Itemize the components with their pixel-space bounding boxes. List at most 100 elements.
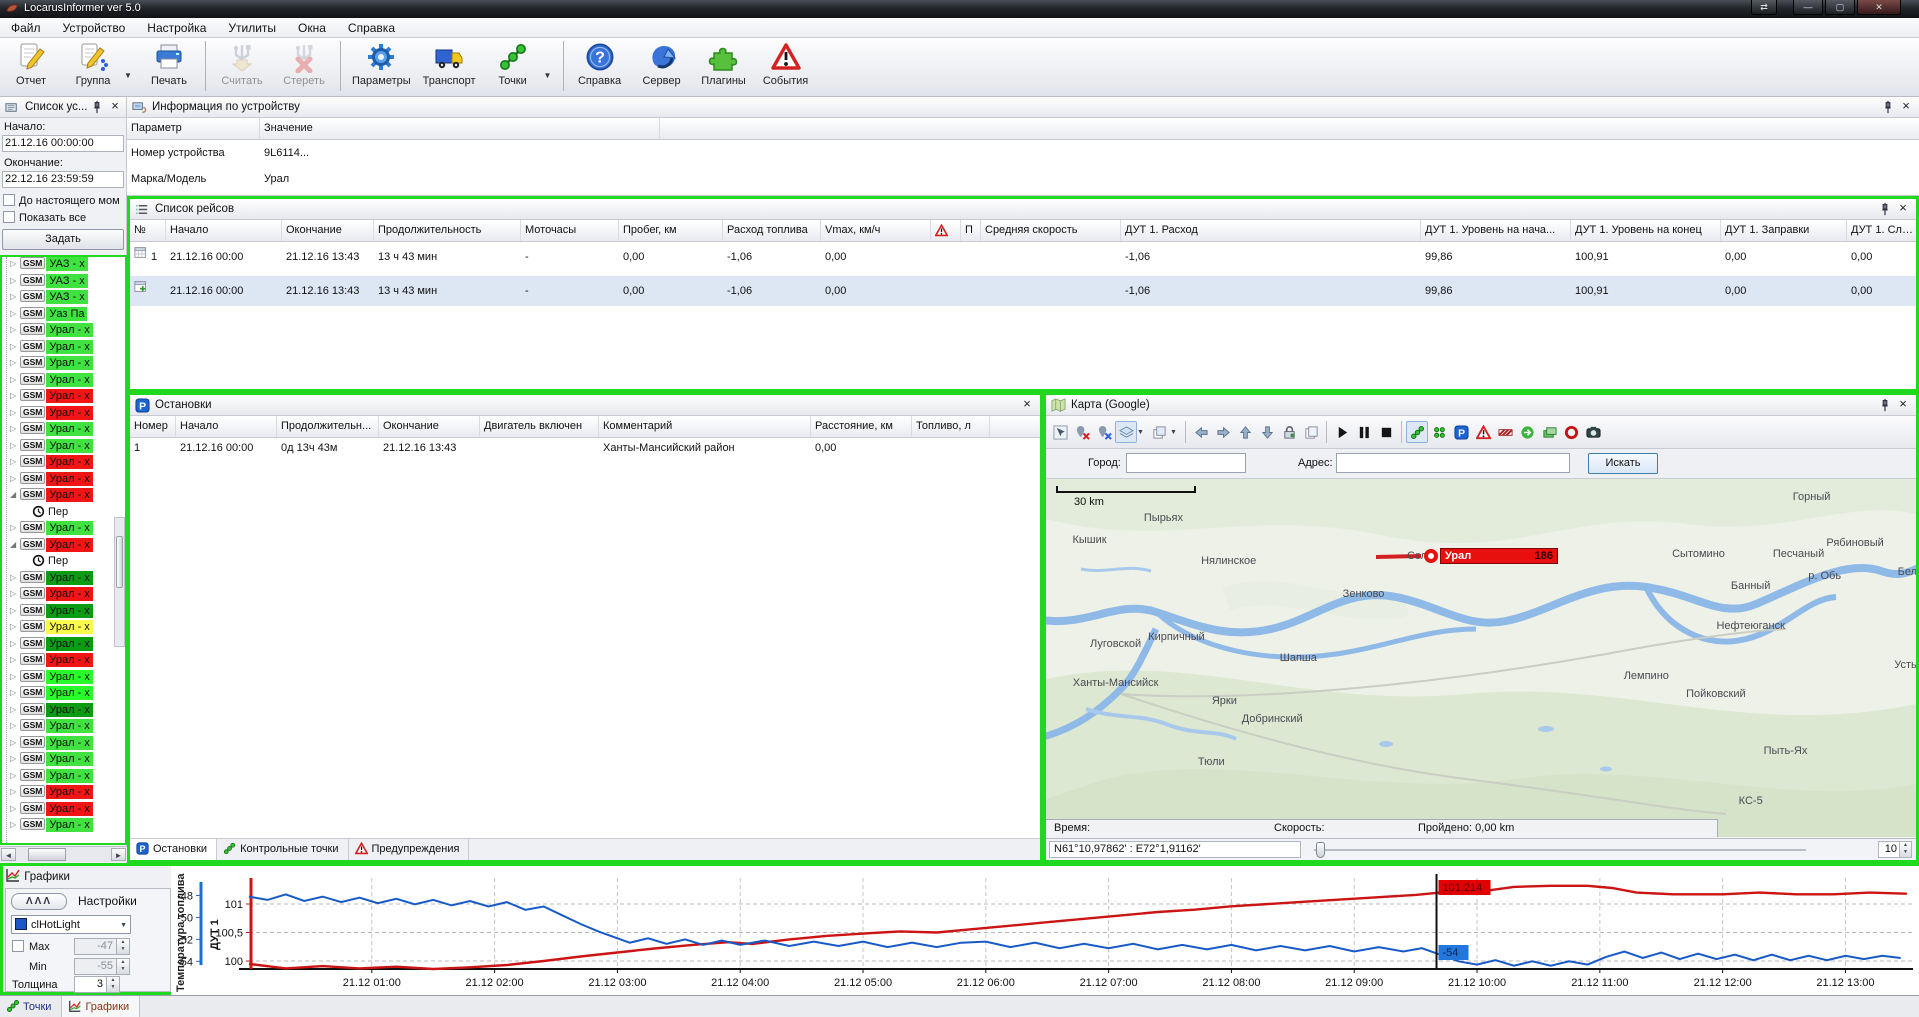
device-row[interactable]: ▷GSMУрал - х [2, 455, 125, 472]
device-row[interactable]: ▷GSMУрал - х [2, 670, 125, 687]
tree-expand-icon[interactable]: ▷ [10, 804, 20, 813]
tree-expand-icon[interactable]: ▷ [10, 771, 20, 780]
pin-icon[interactable] [1878, 398, 1892, 412]
map-tool-barrier-icon[interactable] [1494, 421, 1516, 443]
column-header[interactable]: Номер [130, 416, 176, 437]
toolbar-button-Печать[interactable]: Печать [138, 38, 200, 94]
waveform-button[interactable]: ΛΛΛ [11, 893, 67, 910]
map-tool-stop-icon[interactable] [1375, 421, 1397, 443]
table-row[interactable]: 121.12.16 00:000д 13ч 43м21.12.16 13:43Х… [130, 438, 1040, 459]
device-row[interactable]: ▷GSMУрал - х [2, 356, 125, 373]
toolbar-button-Плагины[interactable]: Плагины [693, 38, 755, 94]
device-row[interactable]: ▷GSMУрал - х [2, 422, 125, 439]
chevron-down-icon[interactable]: ▼ [124, 41, 138, 91]
tree-expand-icon[interactable]: ▷ [10, 292, 20, 301]
close-icon[interactable]: × [108, 98, 122, 114]
table-row[interactable]: 121.12.16 00:0021.12.16 13:4313 ч 43 мин… [130, 242, 1916, 272]
column-header[interactable]: ДУТ 1. Заправки [1721, 220, 1847, 241]
tree-expand-icon[interactable]: ▷ [10, 259, 20, 268]
start-datetime-field[interactable]: 21.12.16 00:00:00 [2, 135, 124, 152]
device-row[interactable]: ▷GSMУАЗ - х [2, 257, 125, 274]
device-list-hscrollbar[interactable]: ◄ ► [0, 846, 127, 862]
close-icon[interactable]: × [1896, 200, 1910, 216]
toolbar-button-Отчет[interactable]: Отчет [0, 38, 62, 94]
device-row[interactable]: ▷GSMУрал - х [2, 802, 125, 819]
device-row[interactable]: ◢GSMУрал - х [2, 538, 125, 555]
zoom-slider[interactable] [1314, 849, 1806, 851]
zoom-slider-thumb[interactable] [1316, 842, 1325, 858]
menu-item-Справка[interactable]: Справка [337, 18, 406, 38]
checkbox-icon[interactable] [3, 211, 15, 223]
close-icon[interactable]: × [1899, 98, 1913, 114]
apply-button[interactable]: Задать [2, 229, 124, 250]
min-spinner[interactable]: -55▲▼ [74, 958, 130, 975]
toolbar-button-Транспорт[interactable]: Транспорт [417, 38, 482, 94]
column-header[interactable]: № [130, 220, 166, 241]
menu-item-Окна[interactable]: Окна [287, 18, 337, 38]
spinner-arrows-icon[interactable]: ▲▼ [116, 959, 129, 974]
device-row[interactable]: ▷GSMУрал - х [2, 571, 125, 588]
tree-expand-icon[interactable]: ▷ [10, 441, 20, 450]
tree-expand-icon[interactable]: ▷ [10, 738, 20, 747]
tree-expand-icon[interactable]: ▷ [10, 358, 20, 367]
column-header[interactable]: Окончание [379, 416, 480, 437]
map-tool-marker-clear-icon[interactable] [1093, 421, 1115, 443]
map-tool-layers-copy-icon[interactable] [1148, 421, 1170, 443]
map-tool-marker-delete-icon[interactable] [1071, 421, 1093, 443]
device-row[interactable]: ▷GSMУаз Па [2, 307, 125, 324]
search-button[interactable]: Искать [1588, 453, 1658, 474]
map-tool-marker-select-icon[interactable] [1049, 421, 1071, 443]
close-icon[interactable]: × [1020, 396, 1034, 412]
pin-icon[interactable] [1881, 100, 1895, 114]
tree-expand-icon[interactable]: ▷ [10, 309, 20, 318]
device-row[interactable]: ▷GSMУрал - х [2, 719, 125, 736]
map-tool-arrow-left-icon[interactable] [1190, 421, 1212, 443]
close-button[interactable]: ✕ [1857, 0, 1901, 15]
column-header[interactable]: Средняя скорость [981, 220, 1121, 241]
maximize-button[interactable]: ▢ [1825, 0, 1855, 15]
tree-expand-icon[interactable]: ▷ [10, 754, 20, 763]
map-canvas[interactable]: 30 km КышикПырьяхГорныйРябиновыйНялинско… [1046, 479, 1916, 837]
device-row[interactable]: ▷GSMУрал - х [2, 785, 125, 802]
tree-expand-icon[interactable]: ▷ [10, 787, 20, 796]
column-header[interactable]: Расстояние, км [811, 416, 912, 437]
device-subitem[interactable]: Пер [2, 505, 125, 522]
device-subitem[interactable]: Пер [2, 554, 125, 571]
scroll-left-icon[interactable]: ◄ [1, 848, 16, 861]
tree-expand-icon[interactable]: ▷ [10, 606, 20, 615]
device-row[interactable]: ▷GSMУрал - х [2, 752, 125, 769]
scroll-right-icon[interactable]: ► [111, 848, 126, 861]
device-row[interactable]: ▷GSMУАЗ - х [2, 290, 125, 307]
device-row[interactable]: ▷GSMУрал - х [2, 736, 125, 753]
device-row[interactable]: ▷GSMУрал - х [2, 769, 125, 786]
device-row[interactable]: ▷GSMУрал - х [2, 686, 125, 703]
close-icon[interactable]: × [1896, 396, 1910, 412]
map-tool-pages-icon[interactable] [1300, 421, 1322, 443]
tree-collapse-icon[interactable]: ◢ [10, 540, 20, 549]
menu-item-Устройство[interactable]: Устройство [52, 18, 137, 38]
menu-item-Настройка[interactable]: Настройка [136, 18, 217, 38]
tree-expand-icon[interactable]: ▷ [10, 672, 20, 681]
bottom-tab-Точки[interactable]: Точки [0, 996, 62, 1017]
device-row[interactable]: ▷GSMУрал - х [2, 340, 125, 357]
checkbox-icon[interactable] [3, 194, 15, 206]
tree-expand-icon[interactable]: ▷ [10, 523, 20, 532]
toolbar-button-Точки[interactable]: Точки [482, 38, 544, 94]
device-row[interactable]: ▷GSMУрал - х [2, 472, 125, 489]
column-header[interactable]: П [961, 220, 981, 241]
toolbar-button-Параметры[interactable]: Параметры [346, 38, 417, 94]
column-header[interactable]: Начало [176, 416, 277, 437]
tab-Контрольные точки[interactable]: Контрольные точки [217, 839, 348, 860]
column-header[interactable]: Моточасы [521, 220, 619, 241]
thickness-spinner[interactable]: 3▲▼ [74, 976, 120, 993]
map-tool-layers-green-icon[interactable] [1538, 421, 1560, 443]
toolbar-button-Сервер[interactable]: Сервер [631, 38, 693, 94]
tree-expand-icon[interactable]: ▷ [10, 424, 20, 433]
column-header[interactable]: Начало [166, 220, 282, 241]
device-row[interactable]: ▷GSMУрал - х [2, 439, 125, 456]
column-header[interactable]: Комментарий [599, 416, 811, 437]
settings-tab-label[interactable]: Настройки [78, 894, 137, 908]
tree-expand-icon[interactable]: ▷ [10, 391, 20, 400]
device-row[interactable]: ▷GSMУрал - х [2, 587, 125, 604]
device-row[interactable]: ▷GSMУрал - х [2, 604, 125, 621]
